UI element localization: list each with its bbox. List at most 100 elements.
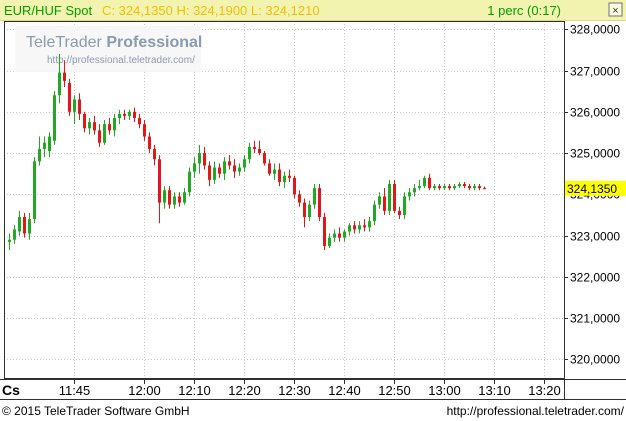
candle-body [398,210,401,215]
candle-body [218,167,221,174]
candle-body [318,188,321,218]
candle-body [253,146,256,149]
candle-body [328,237,331,246]
candle-body [163,190,166,203]
candle-body [243,159,246,168]
candle-body [188,171,191,193]
x-axis-corner-label: Cs [2,382,20,398]
candle-body [33,161,36,220]
candle-body [113,117,116,131]
x-tick-label: 12:50 [378,383,411,398]
candle-body [268,163,271,174]
y-tick-label: 326,0000 [570,106,620,120]
candle-body [83,113,86,129]
candle-body [338,233,341,238]
candle-body [153,148,156,160]
teletrader-watermark: TeleTrader Professional http://professio… [15,26,202,72]
candle-body [143,124,146,137]
candle-body [183,192,186,203]
candle-body [263,153,266,164]
candle-body [138,117,141,125]
candle-body [278,169,281,182]
candle-body [358,225,361,230]
y-tick-label: 328,0000 [570,23,620,37]
candle-body [308,204,311,218]
candle-body [233,165,236,172]
candle-body [483,188,486,190]
candle-body [198,153,201,164]
candle-body [148,136,151,149]
candle-body [323,217,326,246]
quote-readout: C: 324,1350 H: 324,1900 L: 324,1210 [102,3,320,18]
candle-body [118,113,121,118]
candle-body [333,233,336,238]
svg-text:TeleTrader Professional: TeleTrader Professional [26,34,202,51]
candle-body [393,184,396,211]
close-icon: × [612,5,618,17]
candle-body [173,196,176,205]
y-tick-label: 327,0000 [570,65,620,79]
x-tick-label: 12:10 [178,383,211,398]
candle-body [228,161,231,166]
plot-area [4,21,564,378]
candle-body [193,163,196,172]
candle-body [48,136,51,152]
x-tick-label: 12:00 [128,383,161,398]
candle-body [58,72,61,96]
candle-body [388,184,391,211]
y-tick-label: 323,0000 [570,230,620,244]
x-tick-label: 11:45 [59,383,91,398]
candle-body [18,217,21,232]
candle-body [348,225,351,232]
x-tick-label: 13:00 [428,383,461,398]
candle-body [473,186,476,189]
candle-body [413,188,416,193]
candle-body [38,148,41,162]
candle-body [248,146,251,160]
candle-body [178,196,181,203]
y-tick-label: 320,0000 [570,353,620,367]
x-tick-label: 12:20 [228,383,261,398]
candle-body [438,186,441,189]
candle-body [418,186,421,189]
candle-body [43,142,46,149]
y-tick-label: 325,0000 [570,147,620,161]
y-tick-label: 321,0000 [570,312,620,326]
candle-body [63,72,66,81]
candle-body [73,99,76,112]
candle-body [363,225,366,228]
candle-body [238,167,241,172]
candle-body [313,188,316,205]
footer-copyright: © 2015 TeleTrader Software GmbH [2,404,190,418]
candle-body [23,217,26,234]
candle-body [53,95,56,141]
candle-body [433,186,436,189]
last-price-tag: 324,1350 [565,180,626,196]
footer-url[interactable]: http://professional.teletrader.com/ [447,404,625,418]
x-tick-label: 13:10 [478,383,511,398]
candle-body [8,239,11,242]
candle-body [343,231,346,238]
candle-body [203,153,206,166]
candle-body [448,186,451,189]
interval-label: 1 perc (0:17) [487,3,561,18]
candle-body [383,196,386,211]
candle-body [288,175,291,178]
candle-body [428,177,431,189]
candle-body [128,111,131,116]
candle-body [443,186,446,189]
candle-body [78,99,81,114]
candle-body [463,184,466,187]
watermark-url: http://professional.teletrader.com/ [47,55,195,66]
candle-body [303,202,306,218]
x-tick-label: 12:40 [328,383,361,398]
watermark-brand-bold: Professional [106,34,202,51]
candle-body [403,196,406,215]
candle-body [13,229,16,240]
last-price-label: 324,1350 [567,182,617,196]
candle-body [158,159,161,203]
candle-body [353,225,356,230]
x-tick-label: 12:30 [278,383,311,398]
candle-body [168,190,171,205]
y-tick-label: 322,0000 [570,271,620,285]
